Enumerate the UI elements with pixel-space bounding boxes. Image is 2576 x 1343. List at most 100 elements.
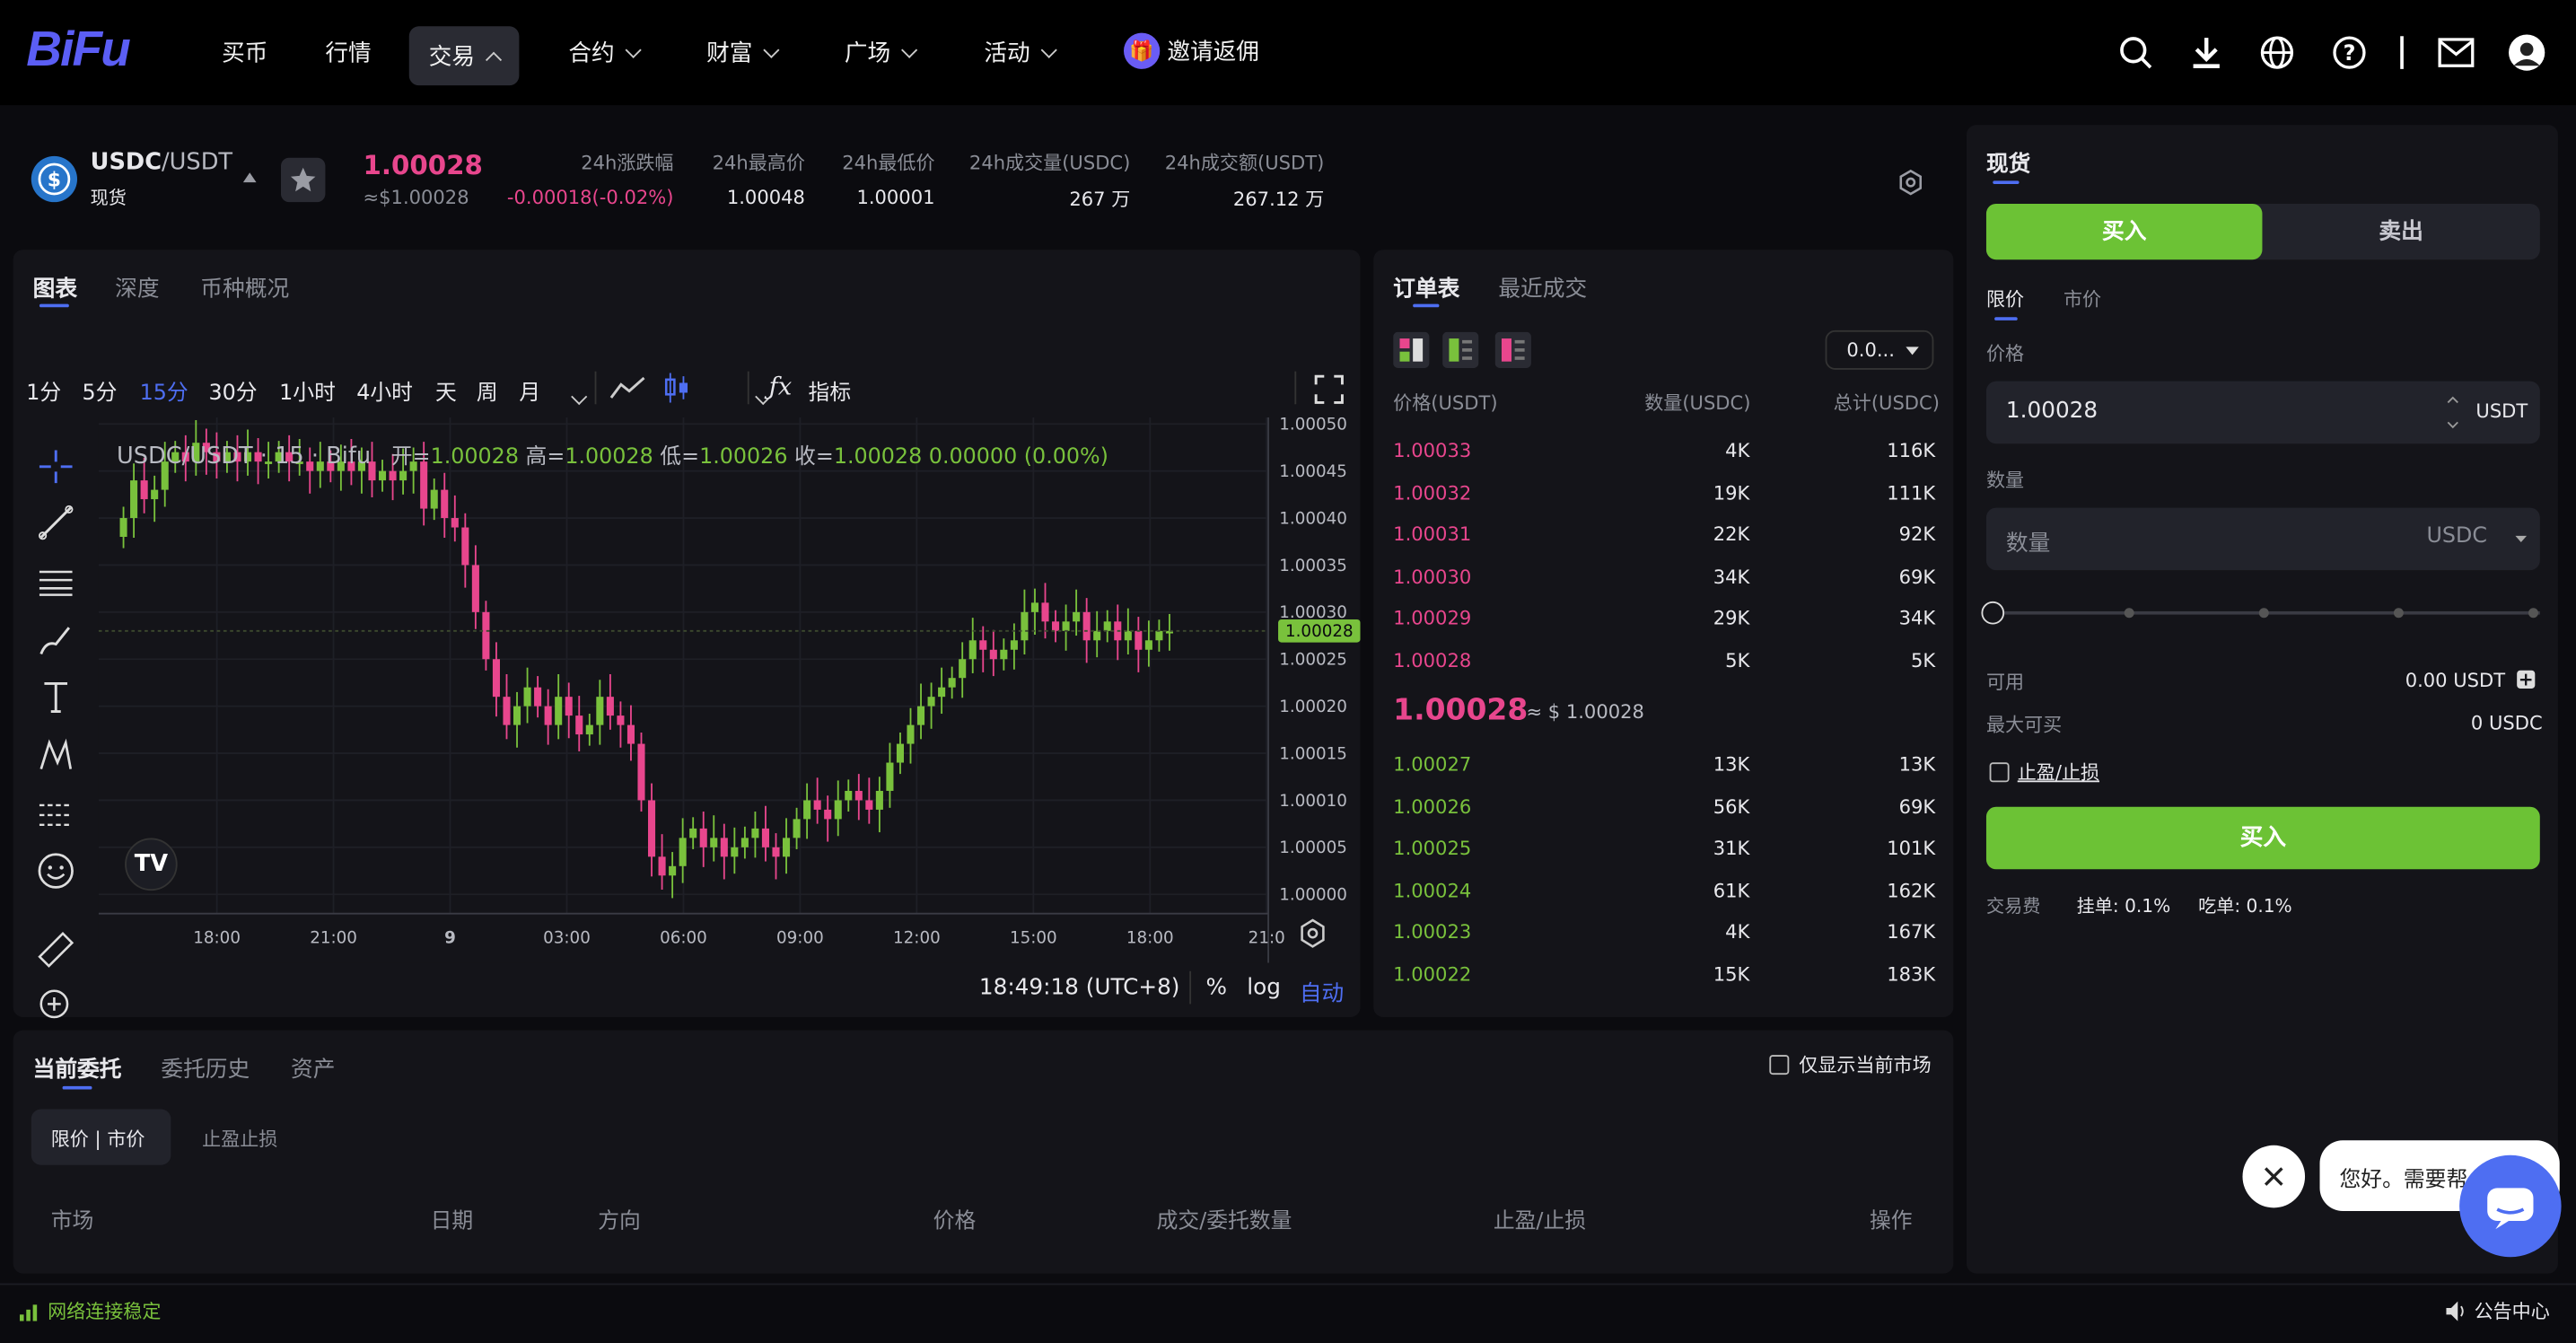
slider-stop-75[interactable] — [2393, 608, 2404, 619]
order-type-limit[interactable]: 限价 — [1986, 285, 2024, 312]
ask-row[interactable]: 1.00029 29K 34K — [1373, 607, 1953, 648]
log-toggle[interactable]: log — [1247, 974, 1281, 1000]
ask-row[interactable]: 1.00032 19K 111K — [1373, 481, 1953, 522]
chat-close-button[interactable] — [2242, 1145, 2306, 1208]
interval-15m[interactable]: 15分 — [140, 374, 188, 406]
bid-row[interactable]: 1.00025 31K 101K — [1373, 837, 1953, 878]
bid-row[interactable]: 1.00022 15K 183K — [1373, 963, 1953, 1005]
interval-month[interactable]: 月 — [519, 374, 540, 406]
precision-select[interactable]: 0.0... — [1825, 329, 1934, 370]
interval-week[interactable]: 周 — [477, 374, 498, 406]
qty-input[interactable]: 数量 USDC — [1985, 507, 2540, 571]
search-icon[interactable] — [2117, 34, 2153, 70]
bid-qty: 56K — [1713, 794, 1750, 818]
chart-settings-icon[interactable] — [1298, 918, 1327, 948]
tab-coin-overview[interactable]: 币种概况 — [200, 269, 289, 303]
fullscreen-icon[interactable] — [1314, 374, 1344, 404]
globe-icon[interactable] — [2259, 34, 2295, 70]
slider-stop-100[interactable] — [2528, 608, 2538, 619]
interval-5m[interactable]: 5分 — [83, 374, 118, 406]
interval-day[interactable]: 天 — [435, 374, 457, 406]
pair-name[interactable]: USDC/USDT — [91, 150, 232, 176]
signal-icon — [19, 1304, 38, 1321]
nav-wealth[interactable]: 财富 — [706, 36, 780, 69]
settings-icon[interactable] — [1897, 169, 1923, 196]
amount-slider-handle[interactable] — [1981, 601, 2005, 625]
ask-row[interactable]: 1.00030 34K 69K — [1373, 565, 1953, 606]
zoom-in-icon[interactable] — [36, 986, 72, 1022]
brush-icon[interactable] — [36, 621, 75, 661]
interval-1m[interactable]: 1分 — [26, 374, 61, 406]
download-icon[interactable] — [2190, 34, 2223, 70]
nav-trade[interactable]: 交易 — [408, 26, 520, 86]
caret-up-icon[interactable] — [241, 171, 258, 184]
subtab-limit-market[interactable]: 限价 | 市价 — [31, 1109, 171, 1165]
bid-row[interactable]: 1.00027 13K 13K — [1373, 752, 1953, 794]
line-chart-icon[interactable] — [609, 374, 645, 400]
ask-row[interactable]: 1.00033 4K 116K — [1373, 439, 1953, 480]
deposit-plus-icon[interactable]: + — [2517, 671, 2536, 689]
tab-open-orders[interactable]: 当前委托 — [33, 1050, 122, 1083]
book-bids-icon[interactable] — [1442, 331, 1479, 369]
tab-assets[interactable]: 资产 — [291, 1050, 335, 1083]
nav-futures[interactable]: 合约 — [568, 36, 642, 69]
nav-activity[interactable]: 活动 — [984, 36, 1057, 69]
tpsl-checkbox[interactable] — [1989, 762, 2010, 783]
text-tool-icon[interactable] — [36, 677, 75, 716]
bifu-logo[interactable]: BiFu — [26, 23, 131, 79]
ask-total: 69K — [1898, 565, 1936, 588]
mail-icon[interactable] — [2438, 38, 2475, 67]
horizontal-lines-icon[interactable] — [36, 562, 75, 601]
only-current-checkbox[interactable] — [1769, 1055, 1790, 1075]
book-asks-icon[interactable] — [1494, 331, 1531, 369]
indicator-button[interactable]: 指标 — [809, 374, 852, 406]
candle-icon[interactable] — [663, 372, 689, 405]
ask-row[interactable]: 1.00031 22K 92K — [1373, 522, 1953, 564]
tab-recent-trades[interactable]: 最近成交 — [1498, 269, 1587, 303]
sell-tab[interactable]: 卖出 — [2262, 204, 2539, 259]
forecast-icon[interactable] — [36, 795, 75, 835]
pattern-icon[interactable] — [36, 736, 75, 776]
book-both-icon[interactable] — [1393, 331, 1430, 369]
interval-4h[interactable]: 4小时 — [356, 374, 413, 406]
bid-row[interactable]: 1.00024 61K 162K — [1373, 879, 1953, 920]
buy-button[interactable]: 买入 — [1985, 806, 2540, 870]
stepper-icon[interactable] — [2446, 392, 2459, 432]
nav-square[interactable]: 广场 — [845, 36, 918, 69]
favorite-button[interactable] — [280, 157, 326, 203]
ruler-icon[interactable] — [36, 930, 75, 970]
order-type-market[interactable]: 市价 — [2063, 285, 2101, 312]
auto-toggle[interactable]: 自动 — [1300, 974, 1344, 1007]
tpsl-label[interactable]: 止盈/止损 — [2018, 759, 2099, 786]
chevron-down-icon[interactable] — [571, 388, 588, 406]
candlestick-chart[interactable]: 1.000501.000451.000401.000351.000301.000… — [98, 417, 1361, 963]
tab-chart[interactable]: 图表 — [33, 269, 77, 303]
bid-row[interactable]: 1.00026 56K 69K — [1373, 794, 1953, 836]
trendline-icon[interactable] — [36, 503, 75, 542]
bid-row[interactable]: 1.00023 4K 167K — [1373, 921, 1953, 962]
indicator-fx-icon[interactable]: ƒx — [769, 372, 793, 401]
nav-markets[interactable]: 行情 — [325, 36, 371, 69]
nav-buy-crypto[interactable]: 买币 — [222, 36, 267, 69]
nav-invite[interactable]: 🎁 邀请返佣 — [1123, 32, 1259, 69]
avatar-icon[interactable] — [2507, 33, 2546, 73]
emoji-icon[interactable] — [36, 851, 75, 891]
tab-depth[interactable]: 深度 — [115, 269, 159, 303]
help-icon[interactable]: ? — [2331, 34, 2367, 70]
tab-orderbook[interactable]: 订单表 — [1393, 269, 1459, 303]
percent-toggle[interactable]: % — [1206, 974, 1227, 1000]
qty-unit[interactable]: USDC — [2427, 524, 2487, 549]
buy-tab[interactable]: 买入 — [1985, 203, 2263, 260]
ask-row[interactable]: 1.00028 5K 5K — [1373, 649, 1953, 690]
price-input[interactable]: 1.00028 USDT — [1985, 381, 2540, 444]
tab-order-history[interactable]: 委托历史 — [161, 1050, 250, 1083]
interval-30m[interactable]: 30分 — [208, 374, 257, 406]
announcement-center[interactable]: 公告中心 — [2475, 1298, 2550, 1324]
subtab-tpsl[interactable]: 止盈止损 — [202, 1126, 277, 1152]
slider-stop-25[interactable] — [2124, 608, 2134, 619]
interval-1h[interactable]: 1小时 — [279, 374, 336, 406]
slider-stop-50[interactable] — [2258, 608, 2269, 619]
crosshair-icon[interactable] — [36, 447, 75, 487]
tradingview-logo[interactable]: TV — [125, 838, 178, 891]
chat-launcher[interactable] — [2459, 1154, 2562, 1258]
